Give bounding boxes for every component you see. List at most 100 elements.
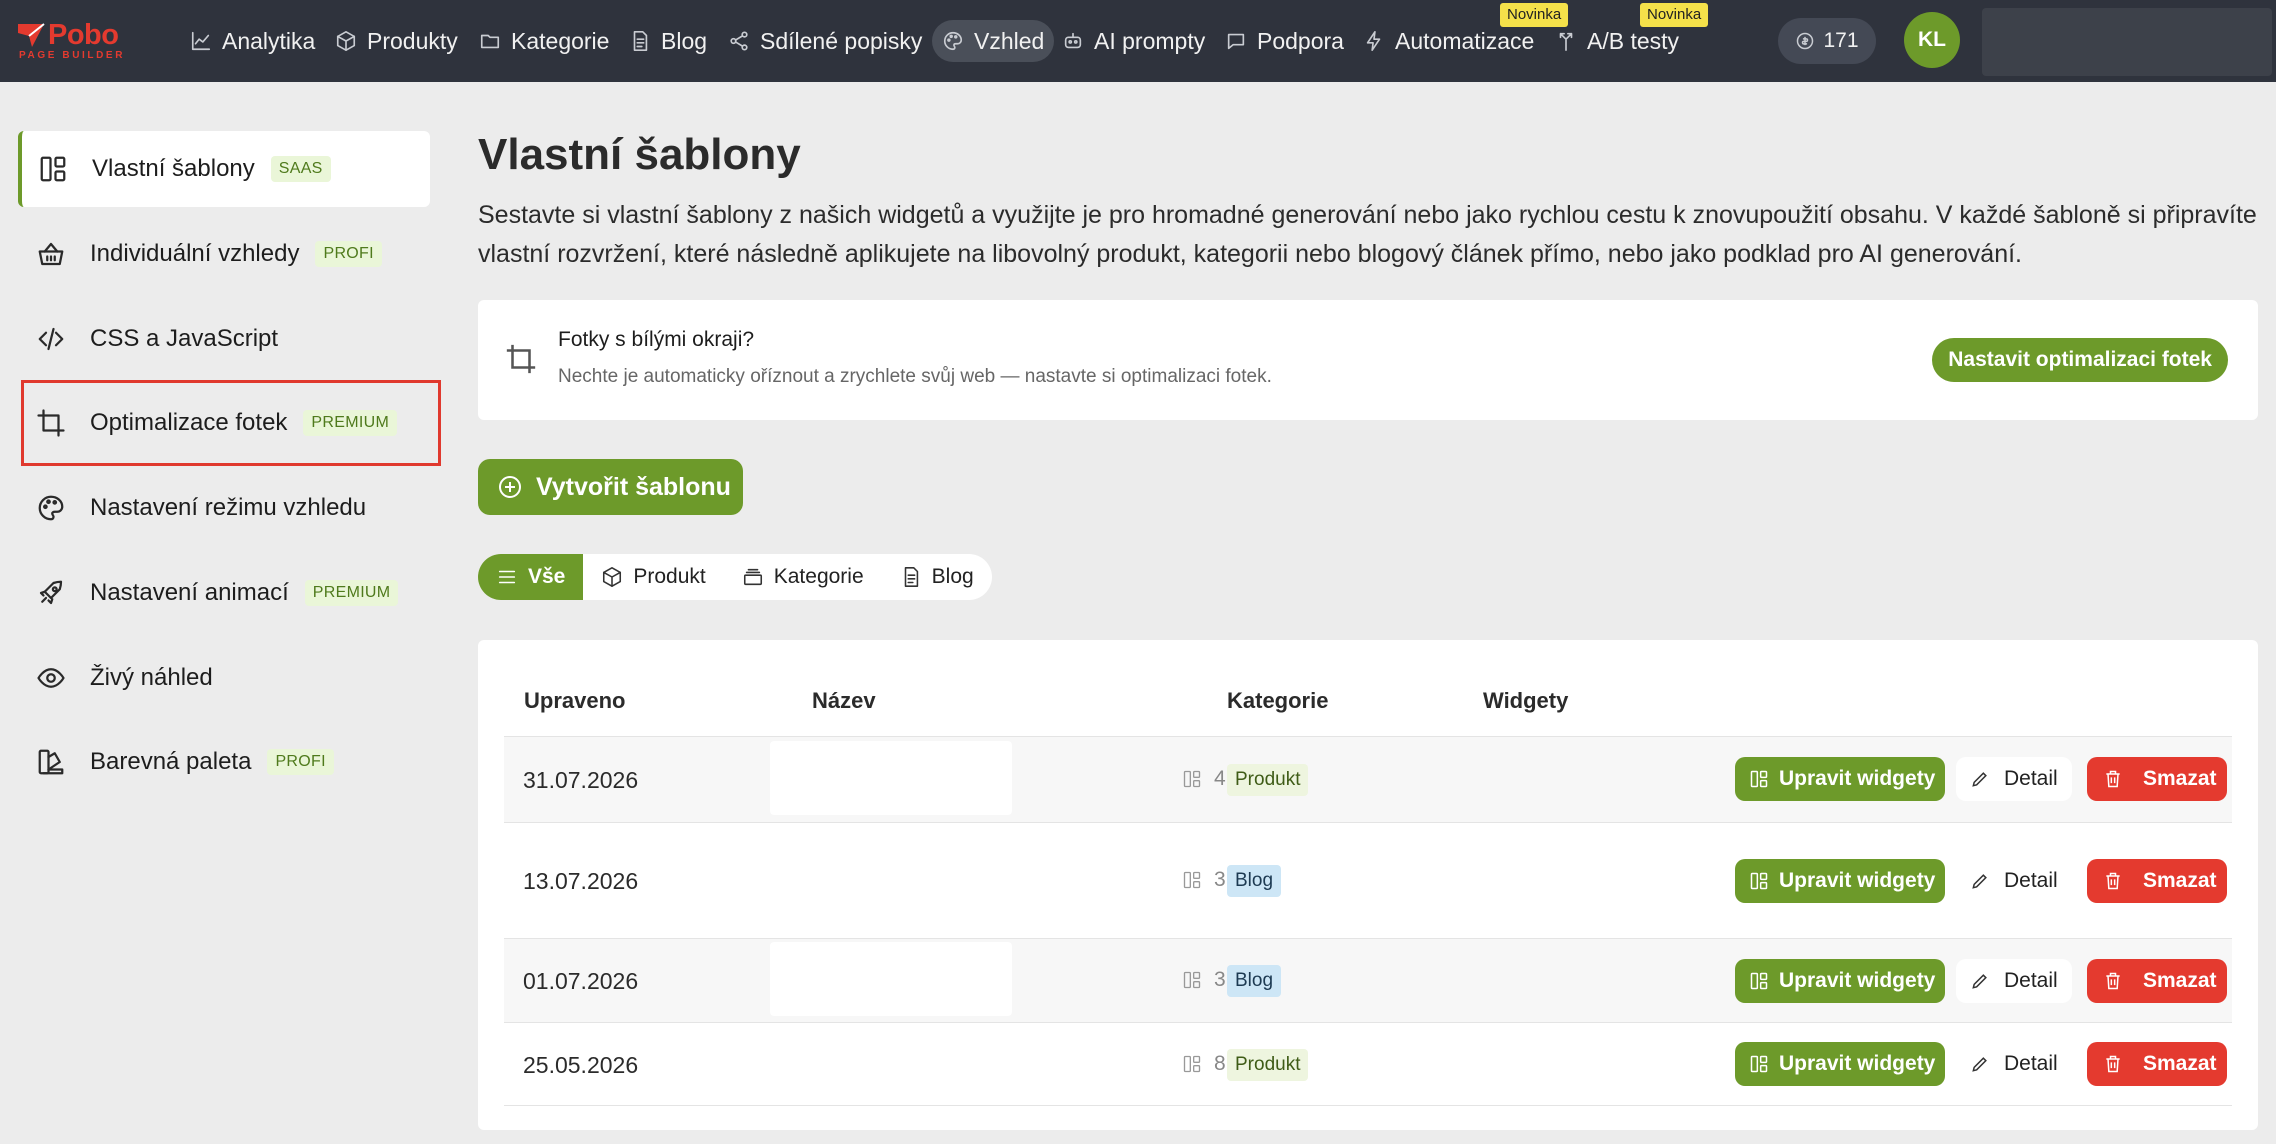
filter-label: Kategorie <box>773 565 864 588</box>
folder-icon <box>480 34 500 49</box>
sidebar-item-barevna-paleta[interactable]: Barevná paleta PROFI <box>18 724 430 800</box>
detail-label: Detail <box>2004 1052 2058 1075</box>
detail-button[interactable]: Detail <box>1956 1042 2072 1086</box>
row-category: Produkt <box>1227 1023 1309 1107</box>
plus-circle-icon <box>499 476 521 498</box>
page-description: Sestavte si vlastní šablony z našich wid… <box>478 201 2257 268</box>
plan-badge: SAAS <box>270 156 331 182</box>
delete-button[interactable]: Smazat <box>2087 859 2227 903</box>
edit-label: Upravit widgety <box>1779 1052 1936 1075</box>
delete-button[interactable]: Smazat <box>2087 959 2227 1003</box>
account-area[interactable] <box>1982 8 2272 76</box>
sidebar-item-nastaveni-animaci[interactable]: Nastavení animací PREMIUM <box>18 555 430 631</box>
logo-text: Pobo <box>48 19 119 51</box>
category-badge: Produkt <box>1227 1049 1309 1081</box>
coin-icon <box>1797 32 1814 50</box>
edit-widgets-button[interactable]: Upravit widgety <box>1735 959 1945 1003</box>
highlight-annotation <box>21 380 441 466</box>
filter-kategorie[interactable]: Kategorie <box>724 554 882 600</box>
pencil-icon <box>1972 772 1987 787</box>
detail-button[interactable]: Detail <box>1956 959 2072 1003</box>
nav-ai-prompty[interactable]: AI prompty <box>1062 20 1205 62</box>
edit-widgets-button[interactable]: Upravit widgety <box>1735 757 1945 801</box>
sidebar-item-label: Nastavení režimu vzhledu <box>90 494 367 521</box>
detail-label: Detail <box>2004 767 2058 790</box>
nav-kategorie[interactable]: Kategorie <box>479 20 609 62</box>
sidebar-item-vlastni-sablony[interactable]: Vlastní šablony SAAS <box>18 131 430 207</box>
detail-label: Detail <box>2004 969 2058 992</box>
photo-optimization-notice: Fotky s bílými okraji? Nechte je automat… <box>478 300 2258 420</box>
nav-label: Analytika <box>222 27 316 54</box>
logo-arrow-icon <box>18 23 45 47</box>
palette-icon <box>944 31 963 51</box>
nav-label: A/B testy <box>1587 27 1680 54</box>
set-photo-optimization-button[interactable]: Nastavit optimalizaci fotek <box>1932 338 2228 382</box>
edit-widgets-button[interactable]: Upravit widgety <box>1735 1042 1945 1086</box>
list-icon <box>498 570 516 584</box>
box-icon <box>603 567 622 587</box>
nav-analytika[interactable]: Analytika <box>190 20 315 62</box>
chat-icon <box>1227 33 1245 50</box>
notice-title: Fotky s bílými okraji? <box>558 328 755 351</box>
column-header-upraveno[interactable]: Upraveno <box>524 688 625 714</box>
column-header-nazev[interactable]: Název <box>812 688 876 714</box>
palette-icon <box>38 495 64 521</box>
pencil-icon <box>1972 974 1987 989</box>
column-header-widgety[interactable]: Widgety <box>1483 688 1568 714</box>
pobo-logo[interactable]: Pobo PAGE BUILDER <box>16 20 150 62</box>
trash-icon <box>2106 872 2120 890</box>
edit-widgets-button[interactable]: Upravit widgety <box>1735 859 1945 903</box>
layout-icon <box>1183 971 1201 989</box>
filter-label: Blog <box>931 565 974 588</box>
delete-button[interactable]: Smazat <box>2087 757 2227 801</box>
create-template-label: Vytvořit šablonu <box>536 472 731 501</box>
create-template-button[interactable]: Vytvořit šablonu <box>478 459 743 515</box>
nav-label: Kategorie <box>511 27 610 54</box>
rocket-icon <box>39 580 63 605</box>
sidebar-item-nastaveni-rezimu-vzhledu[interactable]: Nastavení režimu vzhledu <box>18 470 430 546</box>
logo-subtitle: PAGE BUILDER <box>19 50 126 61</box>
nav-produkty[interactable]: Produkty <box>335 20 458 62</box>
nav-label: Sdílené popisky <box>760 27 923 54</box>
filter-all[interactable]: Vše <box>478 554 584 600</box>
detail-button[interactable]: Detail <box>1956 859 2072 903</box>
crop-icon <box>506 344 536 374</box>
nav-sdilene-popisky[interactable]: Sdílené popisky <box>728 20 922 62</box>
edit-label: Upravit widgety <box>1779 767 1936 790</box>
row-widget-count: 4 <box>1182 737 1226 821</box>
detail-label: Detail <box>2004 869 2058 892</box>
row-name[interactable] <box>770 942 1012 1016</box>
detail-button[interactable]: Detail <box>1956 757 2072 801</box>
sidebar-item-label: Vlastní šablony <box>92 155 255 182</box>
sidebar-item-individualni-vzhledy[interactable]: Individuální vzhledy PROFI <box>18 216 430 292</box>
delete-label: Smazat <box>2143 767 2217 790</box>
filter-produkt[interactable]: Produkt <box>583 554 723 600</box>
nav-label: AI prompty <box>1094 27 1206 54</box>
sidebar-item-label: Nastavení animací <box>90 579 289 606</box>
filter-blog[interactable]: Blog <box>882 554 992 600</box>
nav-blog[interactable]: Blog <box>629 20 707 62</box>
trash-icon <box>2106 1055 2120 1073</box>
column-header-kategorie[interactable]: Kategorie <box>1227 688 1328 714</box>
category-badge: Blog <box>1227 865 1282 897</box>
document-icon <box>904 567 918 587</box>
split-icon <box>1559 32 1573 51</box>
row-widget-count: 3 <box>1182 939 1226 1021</box>
delete-button[interactable]: Smazat <box>2087 1042 2227 1086</box>
widget-count: 8 <box>1214 1052 1226 1075</box>
sidebar-item-label: Živý náhled <box>90 664 213 691</box>
sidebar-item-zivy-nahled[interactable]: Živý náhled <box>18 640 430 716</box>
trash-icon <box>2106 972 2120 990</box>
notice-text: Nechte je automaticky oříznout a zrychle… <box>558 366 1272 387</box>
credits-counter[interactable]: 171 <box>1778 18 1876 64</box>
nav-podpora[interactable]: Podpora <box>1225 20 1344 62</box>
document-icon <box>633 31 648 51</box>
row-date: 01.07.2026 <box>523 967 639 994</box>
nav-vzhled[interactable]: Vzhled <box>932 20 1055 62</box>
eye-icon <box>37 668 65 688</box>
plan-badge: PROFI <box>315 241 382 267</box>
nav-label: Automatizace <box>1395 27 1535 54</box>
row-name[interactable] <box>770 741 1012 815</box>
sidebar-item-css-javascript[interactable]: CSS a JavaScript <box>18 301 430 377</box>
user-avatar[interactable]: KL <box>1904 12 1960 68</box>
